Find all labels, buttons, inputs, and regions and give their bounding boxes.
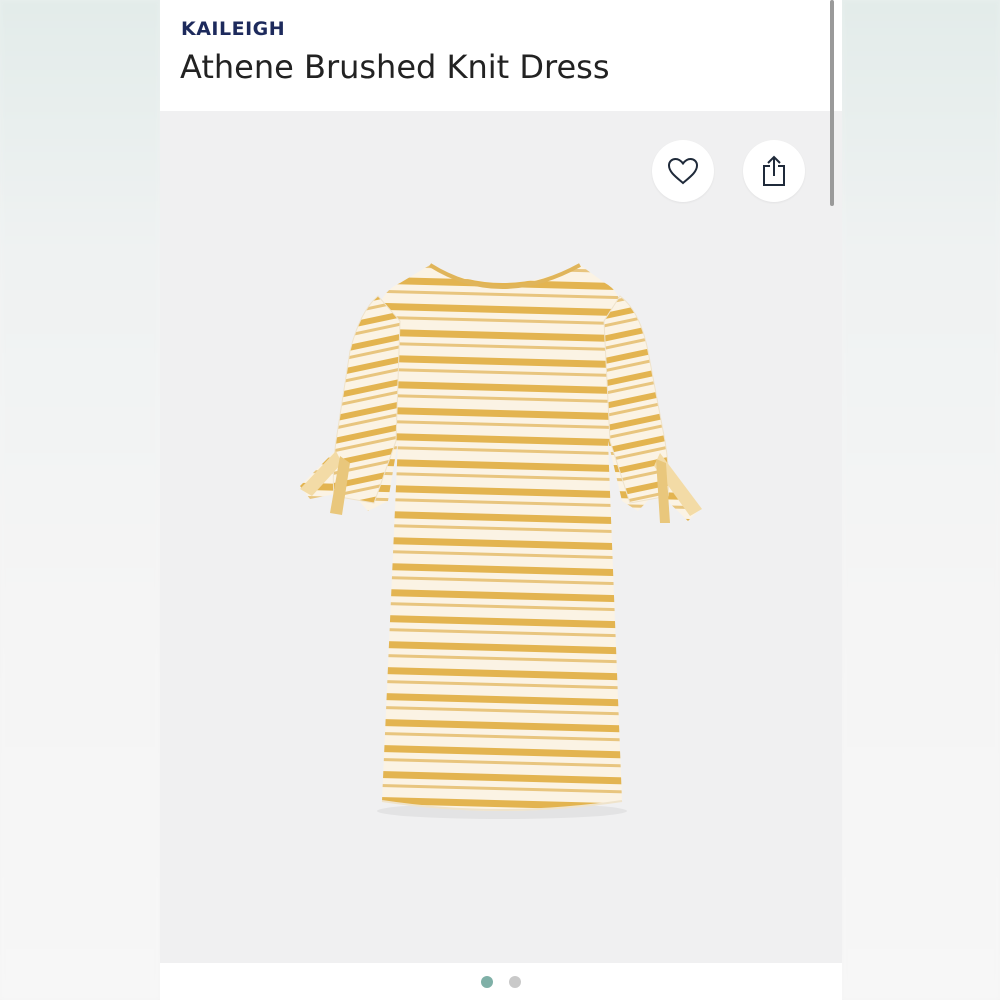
favorite-button[interactable] <box>652 140 714 202</box>
brand-name[interactable]: KAILEIGH <box>181 18 285 40</box>
product-title: Athene Brushed Knit Dress <box>180 48 610 86</box>
share-icon <box>763 155 785 186</box>
product-card: KAILEIGH Athene Brushed Knit Dress <box>160 0 842 1000</box>
image-carousel-pager <box>160 963 842 1000</box>
product-image[interactable] <box>160 111 842 963</box>
heart-icon <box>667 157 699 185</box>
carousel-dot-1[interactable] <box>481 975 493 988</box>
carousel-dot-2[interactable] <box>509 975 521 988</box>
blurred-background-left <box>0 0 160 1000</box>
share-button[interactable] <box>743 140 805 202</box>
scrollbar[interactable] <box>830 0 834 206</box>
dress-illustration <box>160 111 842 963</box>
blurred-background-right <box>842 0 1000 1000</box>
